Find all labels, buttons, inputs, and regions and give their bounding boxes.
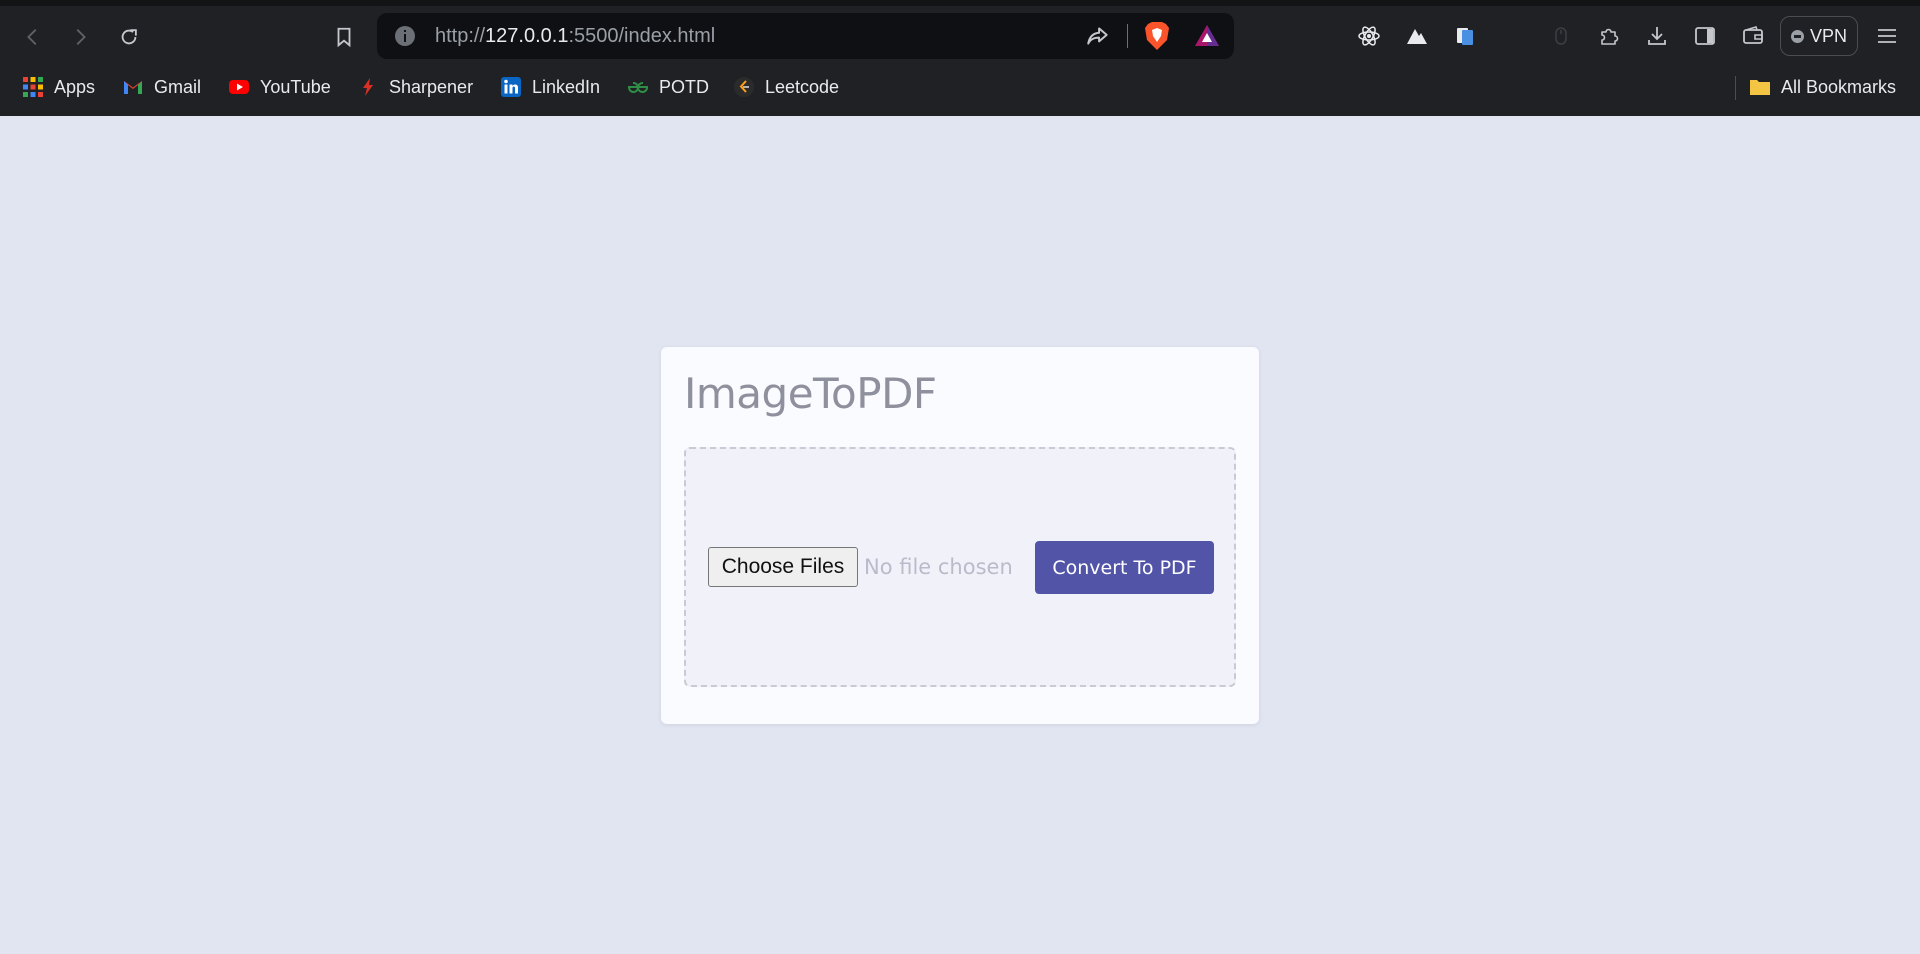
back-button[interactable] xyxy=(16,20,50,54)
sharpener-icon xyxy=(357,76,379,98)
react-devtools-extension[interactable] xyxy=(1354,21,1384,51)
choose-files-button[interactable]: Choose Files xyxy=(708,547,858,587)
download-icon xyxy=(1648,27,1666,45)
site-info-icon[interactable] xyxy=(393,24,417,48)
bookmarks-divider xyxy=(1735,76,1736,100)
bookmark-label: Sharpener xyxy=(389,76,474,97)
youtube-icon xyxy=(228,76,250,98)
bookmark-page-button[interactable] xyxy=(327,20,361,54)
brave-shields-icon[interactable] xyxy=(1143,21,1171,51)
convert-to-pdf-button[interactable]: Convert To PDF xyxy=(1035,541,1214,594)
url-scheme: http:// xyxy=(435,25,486,47)
bookmark-label: POTD xyxy=(659,76,710,97)
bookmark-icon xyxy=(337,27,351,48)
bookmark-label: Leetcode xyxy=(765,76,840,97)
apps-grid-icon xyxy=(22,76,44,98)
address-bar-divider xyxy=(1127,24,1128,48)
bookmarks-bar: Apps Gmail YouTube Sharpener LinkedIn PO… xyxy=(0,68,1920,106)
bookmark-label: LinkedIn xyxy=(532,76,601,97)
react-icon xyxy=(1358,26,1380,46)
file-status-text: No file chosen xyxy=(864,555,1013,579)
puzzle-icon xyxy=(1601,28,1619,45)
all-bookmarks-label: All Bookmarks xyxy=(1781,76,1897,97)
bookmark-apps[interactable]: Apps xyxy=(22,72,95,102)
reload-button[interactable] xyxy=(112,20,146,54)
forward-button[interactable] xyxy=(63,20,97,54)
file-drop-zone[interactable]: Choose Files No file chosen Convert To P… xyxy=(684,447,1236,687)
vpn-status-icon xyxy=(1790,29,1804,43)
page-title: ImageToPDF xyxy=(684,369,937,418)
bookmark-label: Gmail xyxy=(154,76,202,97)
all-bookmarks-button[interactable]: All Bookmarks xyxy=(1749,72,1896,102)
downloads-button[interactable] xyxy=(1642,21,1672,51)
vpn-label: VPN xyxy=(1809,25,1847,46)
leetcode-icon xyxy=(733,76,755,98)
brave-rewards-icon[interactable] xyxy=(1193,22,1221,50)
bookmark-gmail[interactable]: Gmail xyxy=(122,72,201,102)
browser-chrome: http://127.0.0.1:5500/index.html VPN App… xyxy=(0,0,1920,116)
url-path: :5500/index.html xyxy=(568,25,716,47)
wallet-icon xyxy=(1743,26,1763,44)
geeksforgeeks-icon xyxy=(627,76,649,98)
extensions-button[interactable] xyxy=(1594,21,1624,51)
main-menu-button[interactable] xyxy=(1872,21,1902,51)
reload-icon xyxy=(121,29,137,45)
bookmark-potd[interactable]: POTD xyxy=(627,72,709,102)
sidebar-icon xyxy=(1695,27,1715,45)
gmail-icon xyxy=(122,76,144,98)
bookmark-label: YouTube xyxy=(260,76,331,97)
share-icon[interactable] xyxy=(1085,23,1111,49)
wallet-button[interactable] xyxy=(1738,21,1768,51)
bookmark-linkedin[interactable]: LinkedIn xyxy=(500,72,600,102)
swirl-extension[interactable] xyxy=(1498,21,1528,51)
folder-icon xyxy=(1749,76,1771,98)
chevron-left-icon xyxy=(27,29,37,45)
sidebar-toggle-button[interactable] xyxy=(1690,21,1720,51)
hamburger-menu-icon xyxy=(1878,29,1896,43)
chevron-right-icon xyxy=(76,29,86,45)
vpn-button[interactable]: VPN xyxy=(1780,16,1858,56)
bookmark-sharpener[interactable]: Sharpener xyxy=(357,72,473,102)
address-bar[interactable]: http://127.0.0.1:5500/index.html xyxy=(377,13,1234,59)
bookmark-leetcode[interactable]: Leetcode xyxy=(733,72,839,102)
url-host: 127.0.0.1 xyxy=(485,25,569,47)
mountain-icon xyxy=(1407,29,1427,44)
mouse-extension[interactable] xyxy=(1546,21,1576,51)
browser-toolbar: http://127.0.0.1:5500/index.html VPN xyxy=(0,6,1920,66)
mountain-extension[interactable] xyxy=(1402,21,1432,51)
bookmark-label: Apps xyxy=(54,76,96,97)
url-text[interactable]: http://127.0.0.1:5500/index.html xyxy=(435,25,715,48)
linkedin-icon xyxy=(500,76,522,98)
swirl-icon xyxy=(1503,26,1523,46)
document-icon xyxy=(1457,28,1473,45)
bookmark-youtube[interactable]: YouTube xyxy=(228,72,331,102)
mouse-icon xyxy=(1555,27,1567,45)
clipboard-extension[interactable] xyxy=(1450,21,1480,51)
converter-card: ImageToPDF Choose Files No file chosen C… xyxy=(661,347,1259,724)
